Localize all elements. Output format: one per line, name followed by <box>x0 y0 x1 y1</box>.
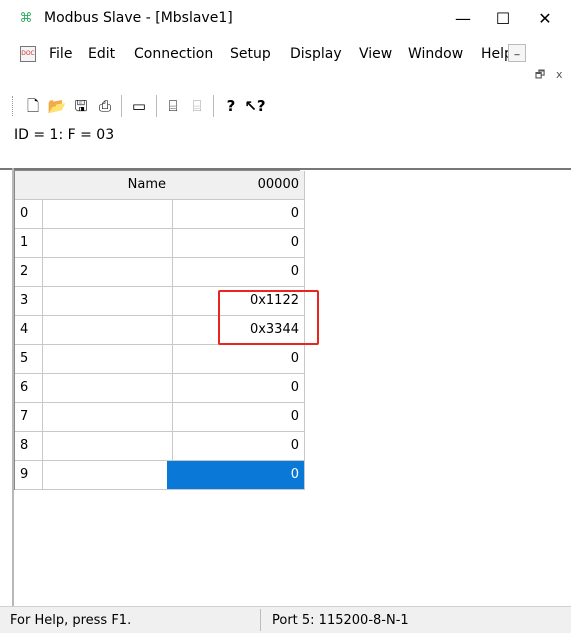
toolbar-grip[interactable] <box>12 96 16 116</box>
status-divider <box>260 609 261 631</box>
maximize-button[interactable]: ☐ <box>488 6 518 32</box>
name-cell[interactable] <box>38 258 173 287</box>
title-bar: ⌘ Modbus Slave - [Mbslave1] — ☐ ✕ <box>0 0 571 40</box>
name-cell[interactable] <box>38 287 173 316</box>
close-button[interactable]: ✕ <box>530 6 560 32</box>
menu-bar: DOC File Edit Connection Setup Display V… <box>0 40 571 68</box>
table-row: 00 <box>15 200 305 229</box>
name-cell[interactable] <box>38 229 173 258</box>
name-cell[interactable] <box>38 374 173 403</box>
context-help-icon[interactable]: ↖? <box>244 95 266 117</box>
table-row: 50 <box>15 345 305 374</box>
table-row: 80 <box>15 432 305 461</box>
toolbar: 🗋 📂 🖫 ⎙ ▭ ⌸ ⌸ ? ↖? <box>0 90 571 122</box>
print-icon[interactable]: ⎙ <box>94 95 116 117</box>
value-cell[interactable]: 0x1122 <box>167 287 305 316</box>
menu-file[interactable]: File <box>49 46 72 62</box>
name-cell[interactable] <box>38 200 173 229</box>
toolbar-separator <box>156 95 157 117</box>
value-cell[interactable]: 0 <box>167 461 305 490</box>
document-icon[interactable]: DOC <box>20 46 36 62</box>
table-header: Name 00000 <box>15 171 305 200</box>
mdi-restore-button[interactable]: 🗗 <box>533 68 547 82</box>
table-row: 70 <box>15 403 305 432</box>
toolbar-separator <box>121 95 122 117</box>
app-icon: ⌘ <box>19 11 33 26</box>
value-cell[interactable]: 0x3344 <box>167 316 305 345</box>
save-icon[interactable]: 🖫 <box>70 95 92 117</box>
menu-window[interactable]: Window <box>408 46 463 62</box>
table-row: 4 0x3344 <box>15 316 305 345</box>
register-table: Name 00000 0 0 1 0 2 0 3 0x1122 4 0x3344 5 0 6 0 7 0 8 0 9… <box>14 170 305 490</box>
mdi-close-button[interactable]: x <box>556 68 568 82</box>
name-cell[interactable] <box>38 432 173 461</box>
value-cell[interactable]: 0 <box>167 200 305 229</box>
slave-info-bar: ID = 1: F = 03 <box>0 124 571 170</box>
column-header-name[interactable]: Name <box>38 171 173 200</box>
value-cell[interactable]: 0 <box>167 345 305 374</box>
slave-id-function: ID = 1: F = 03 <box>14 127 115 143</box>
value-cell[interactable]: 0 <box>167 258 305 287</box>
connect-icon[interactable]: ⌸ <box>162 95 184 117</box>
menu-setup[interactable]: Setup <box>230 46 271 62</box>
column-header-address[interactable]: 00000 <box>167 171 305 200</box>
status-bar: For Help, press F1. Port 5: 115200-8-N-1 <box>0 606 571 633</box>
status-port: Port 5: 115200-8-N-1 <box>272 613 409 628</box>
table-row: 60 <box>15 374 305 403</box>
value-cell[interactable]: 0 <box>167 374 305 403</box>
name-cell[interactable] <box>38 403 173 432</box>
status-help-text: For Help, press F1. <box>10 613 132 628</box>
name-cell[interactable] <box>38 316 173 345</box>
value-cell[interactable]: 0 <box>167 432 305 461</box>
table-row: 3 0x1122 <box>15 287 305 316</box>
table-row: 90 <box>15 461 305 490</box>
open-icon[interactable]: 📂 <box>46 95 68 117</box>
toolbar-separator <box>213 95 214 117</box>
menu-display[interactable]: Display <box>290 46 342 62</box>
minimize-button[interactable]: — <box>448 6 478 32</box>
table-row: 20 <box>15 258 305 287</box>
help-icon[interactable]: ? <box>220 95 242 117</box>
new-icon[interactable]: 🗋 <box>22 95 44 117</box>
mdi-minimize-button[interactable]: _ <box>508 44 526 62</box>
menu-edit[interactable]: Edit <box>88 46 115 62</box>
disconnect-icon[interactable]: ⌸ <box>186 95 208 117</box>
window-icon[interactable]: ▭ <box>128 95 150 117</box>
window-title: Modbus Slave - [Mbslave1] <box>44 10 233 26</box>
menu-view[interactable]: View <box>359 46 392 62</box>
menu-connection[interactable]: Connection <box>134 46 213 62</box>
value-cell[interactable]: 0 <box>167 403 305 432</box>
name-cell[interactable] <box>38 345 173 374</box>
value-cell[interactable]: 0 <box>167 229 305 258</box>
table-row: 10 <box>15 229 305 258</box>
name-cell[interactable] <box>38 461 173 490</box>
